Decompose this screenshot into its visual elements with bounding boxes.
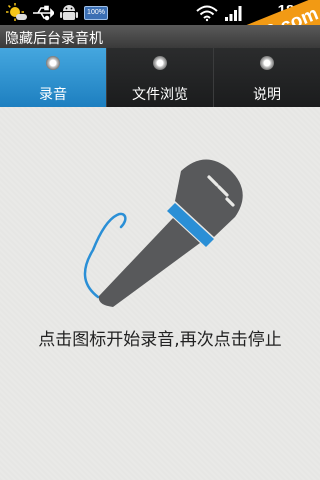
tab-label: 录音 — [39, 87, 67, 103]
tab-indicator-icon — [260, 56, 274, 70]
record-panel: 点击图标开始录音,再次点击停止 — [0, 107, 320, 480]
microphone-record-button[interactable] — [77, 155, 247, 307]
tab-label: 文件浏览 — [132, 87, 188, 103]
microphone-icon — [83, 159, 243, 307]
tab-indicator-icon — [153, 56, 167, 70]
sun-weather-icon — [4, 3, 28, 22]
tab-label: 说明 — [253, 87, 281, 103]
tab-indicator-icon — [46, 56, 60, 70]
app-title: 隐藏后台录音机 — [5, 31, 103, 47]
usb-icon — [32, 3, 54, 22]
tab-instructions[interactable]: 说明 — [214, 48, 320, 107]
battery-icon: 100% — [84, 6, 108, 20]
signal-icon — [224, 3, 244, 22]
wifi-icon — [196, 3, 218, 22]
android-icon — [59, 3, 79, 22]
title-bar: 隐藏后台录音机 — [0, 25, 320, 49]
tab-bar: 录音 文件浏览 说明 — [0, 48, 320, 107]
instruction-text: 点击图标开始录音,再次点击停止 — [38, 330, 282, 350]
tab-file-browse[interactable]: 文件浏览 — [107, 48, 214, 107]
tab-record[interactable]: 录音 — [0, 48, 107, 107]
